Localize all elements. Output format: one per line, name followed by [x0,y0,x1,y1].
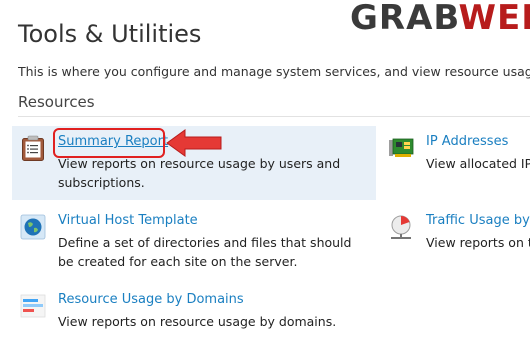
tool-traffic-usage[interactable]: Traffic Usage by C View reports on t [380,205,530,279]
resource-usage-by-domains-link[interactable]: Resource Usage by Domains [58,292,244,307]
network-card-icon [388,135,414,161]
ip-addresses-link[interactable]: IP Addresses [426,134,508,149]
page-title: Tools & Utilities [18,20,202,48]
virtual-host-template-description: Define a set of directories and files th… [58,235,352,269]
globe-icon [20,214,46,240]
clipboard-report-icon [20,135,46,161]
traffic-pie-icon [388,214,414,240]
red-arrow-annotation [166,129,222,157]
watermark-part-1: GRAB [350,0,459,38]
section-divider [18,116,530,117]
section-title-resources: Resources [18,93,95,111]
tool-virtual-host-template[interactable]: Virtual Host Template Define a set of di… [12,205,376,279]
tool-ip-addresses[interactable]: IP Addresses View allocated IP [380,126,530,200]
virtual-host-template-link[interactable]: Virtual Host Template [58,213,198,228]
watermark-part-2: WEB [458,0,530,38]
usage-bars-icon [20,293,46,319]
resource-usage-by-domains-description: View reports on resource usage by domain… [58,314,337,329]
highlight-box-annotation [53,128,165,158]
ip-addresses-description: View allocated IP [426,156,530,171]
grabweb-watermark: GRABWEB [350,0,530,38]
traffic-usage-link[interactable]: Traffic Usage by C [426,213,530,228]
tool-resource-usage-by-domains[interactable]: Resource Usage by Domains View reports o… [12,284,376,340]
summary-report-description: View reports on resource usage by users … [58,156,341,190]
traffic-usage-description: View reports on t [426,235,530,250]
page-description: This is where you configure and manage s… [18,64,530,79]
